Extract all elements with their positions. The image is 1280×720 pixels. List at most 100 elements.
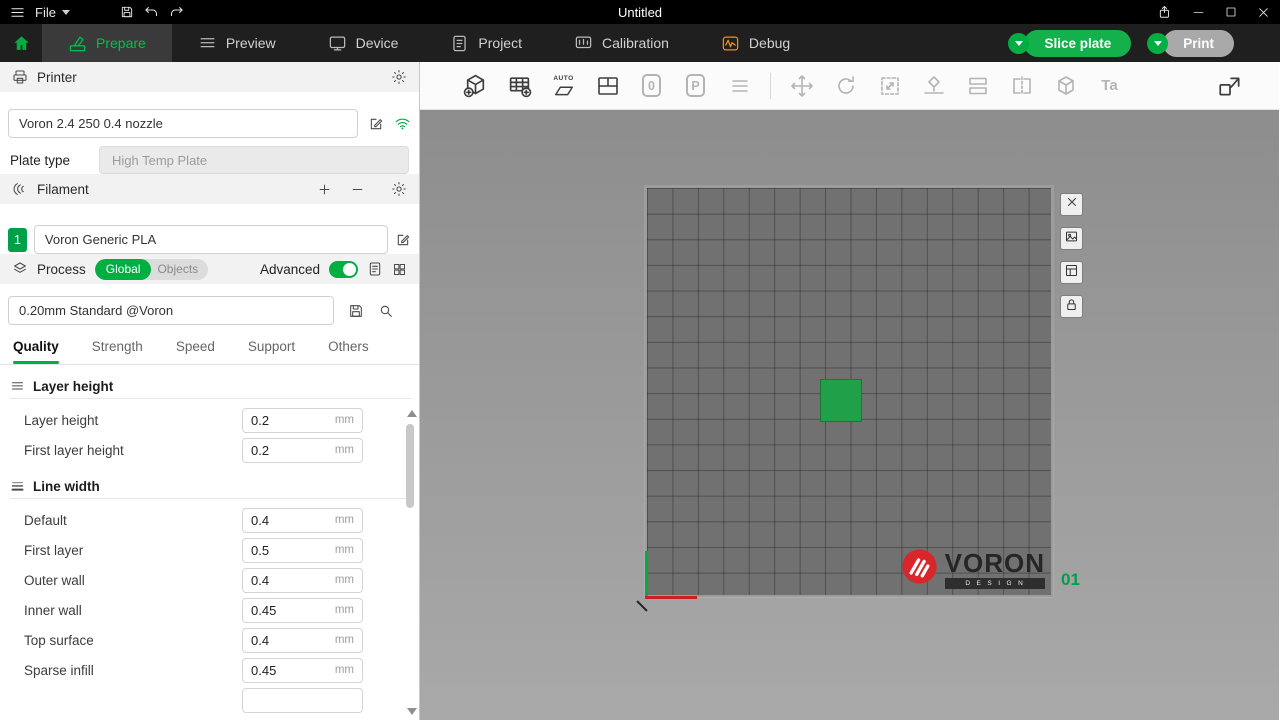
tab-quality[interactable]: Quality xyxy=(13,337,59,364)
redo-icon[interactable] xyxy=(169,5,184,20)
process-preset-row: 0.20mm Standard @Voron xyxy=(8,296,411,325)
text-tool-icon[interactable]: Ta xyxy=(1096,70,1123,102)
tab-others[interactable]: Others xyxy=(328,337,369,364)
filament-section-header: Filament xyxy=(0,174,419,204)
tab-speed[interactable]: Speed xyxy=(176,337,215,364)
tab-debug-label: Debug xyxy=(749,35,790,51)
process-preset-select[interactable]: 0.20mm Standard @Voron xyxy=(8,296,334,325)
assembly-icon[interactable] xyxy=(1216,70,1243,102)
split-horizontal-icon[interactable] xyxy=(964,70,991,102)
add-object-icon[interactable] xyxy=(462,70,489,102)
edit-filament-icon[interactable] xyxy=(395,232,411,248)
close-button[interactable] xyxy=(1257,6,1270,19)
export-icon[interactable] xyxy=(1158,5,1172,19)
plate-image-button[interactable] xyxy=(1060,227,1083,250)
param-input[interactable]: 0.2 mm xyxy=(242,408,363,433)
plate-settings-button[interactable] xyxy=(1060,261,1083,284)
print-button[interactable]: Print xyxy=(1163,30,1234,57)
process-scope-toggle[interactable]: Global Objects xyxy=(95,259,208,280)
tab-project-label: Project xyxy=(478,35,522,51)
file-menu[interactable]: File xyxy=(35,5,70,20)
plate-lock-button[interactable] xyxy=(1060,295,1083,318)
tab-project[interactable]: Project xyxy=(424,24,548,62)
scroll-up-icon[interactable] xyxy=(407,410,417,417)
stack-lines-icon[interactable] xyxy=(726,70,753,102)
filament-preset-row: 1 Voron Generic PLA xyxy=(8,225,411,254)
param-input[interactable]: 0.2 mm xyxy=(242,438,363,463)
add-plate-icon[interactable] xyxy=(506,70,533,102)
auto-orient-icon[interactable]: AUTO xyxy=(550,70,577,102)
tab-prepare[interactable]: Prepare xyxy=(42,24,172,62)
zero-badge-icon[interactable]: 0 xyxy=(638,70,665,102)
param-input[interactable]: 0.45 mm xyxy=(242,658,363,683)
param-input[interactable]: 0.4 mm xyxy=(242,508,363,533)
print-group: Print xyxy=(1147,30,1234,57)
filament-slot-badge[interactable]: 1 xyxy=(8,228,27,252)
slice-dropdown-button[interactable] xyxy=(1008,33,1029,54)
param-input[interactable]: 0.5 mm xyxy=(242,538,363,563)
p-badge-icon[interactable]: P xyxy=(682,70,709,102)
slice-plate-button[interactable]: Slice plate xyxy=(1024,30,1131,57)
sidebar-scrollbar[interactable] xyxy=(404,408,417,717)
scope-global[interactable]: Global xyxy=(95,259,152,280)
param-row: Sparse infill 0.45 mm xyxy=(24,655,363,685)
tab-preview[interactable]: Preview xyxy=(172,24,302,62)
printer-select[interactable]: Voron 2.4 250 0.4 nozzle xyxy=(8,109,358,138)
param-row: Inner wall 0.45 mm xyxy=(24,595,363,625)
process-list-icon[interactable] xyxy=(367,261,383,277)
maximize-button[interactable] xyxy=(1225,6,1237,18)
chevron-down-icon xyxy=(1015,41,1023,46)
advanced-toggle[interactable] xyxy=(329,261,358,278)
process-section-header: Process Global Objects Advanced xyxy=(0,254,419,284)
remove-filament-icon[interactable] xyxy=(350,182,365,197)
tab-debug[interactable]: Debug xyxy=(695,24,816,62)
project-icon xyxy=(450,34,469,53)
param-input[interactable]: 0.4 mm xyxy=(242,568,363,593)
plate-type-select[interactable]: High Temp Plate xyxy=(99,146,409,174)
minimize-button[interactable] xyxy=(1192,6,1205,19)
scale-icon[interactable] xyxy=(876,70,903,102)
plate-close-button[interactable] xyxy=(1060,193,1083,216)
hamburger-menu-icon[interactable] xyxy=(10,5,25,20)
plate-number[interactable]: 01 xyxy=(1061,570,1080,590)
tab-strength[interactable]: Strength xyxy=(92,337,143,364)
filament-gear-icon[interactable] xyxy=(391,181,407,197)
param-label: Layer height xyxy=(24,413,98,428)
save-icon[interactable] xyxy=(120,5,134,19)
arrange-icon[interactable] xyxy=(594,70,621,102)
edit-printer-icon[interactable] xyxy=(368,116,384,132)
scope-objects[interactable]: Objects xyxy=(151,259,208,280)
param-input[interactable]: 0.4 mm xyxy=(242,628,363,653)
advanced-label: Advanced xyxy=(260,262,320,277)
process-view-icon[interactable] xyxy=(392,262,407,277)
scrollbar-thumb[interactable] xyxy=(406,424,414,508)
rotate-icon[interactable] xyxy=(832,70,859,102)
split-objects-icon[interactable] xyxy=(1008,70,1035,102)
printer-gear-icon[interactable] xyxy=(391,69,407,85)
home-button[interactable] xyxy=(0,24,42,62)
model-object[interactable] xyxy=(820,379,862,422)
param-input[interactable]: 0.45 mm xyxy=(242,598,363,623)
tab-calibration[interactable]: Calibration xyxy=(548,24,695,62)
printer-connection-wifi-icon[interactable] xyxy=(394,115,411,132)
y-axis-indicator xyxy=(645,551,648,597)
param-label: Top surface xyxy=(24,633,94,648)
cube-outline-icon[interactable] xyxy=(1052,70,1079,102)
viewport-3d[interactable]: AUTO 0 P xyxy=(420,62,1279,720)
scroll-down-icon[interactable] xyxy=(407,708,417,715)
print-dropdown-button[interactable] xyxy=(1147,33,1168,54)
save-preset-icon[interactable] xyxy=(348,303,364,319)
param-label: Sparse infill xyxy=(24,663,94,678)
lay-flat-icon[interactable] xyxy=(920,70,947,102)
filament-select[interactable]: Voron Generic PLA xyxy=(34,225,388,254)
move-icon[interactable] xyxy=(788,70,815,102)
tab-support[interactable]: Support xyxy=(248,337,295,364)
param-input[interactable] xyxy=(242,688,363,713)
build-plate[interactable]: VORON DESIGN xyxy=(645,186,1053,597)
undo-icon[interactable] xyxy=(144,5,159,20)
layer-height-icon xyxy=(10,379,25,394)
tab-device[interactable]: Device xyxy=(302,24,425,62)
add-filament-icon[interactable] xyxy=(317,182,332,197)
param-row: First layer 0.5 mm xyxy=(24,535,363,565)
search-icon[interactable] xyxy=(378,303,394,319)
